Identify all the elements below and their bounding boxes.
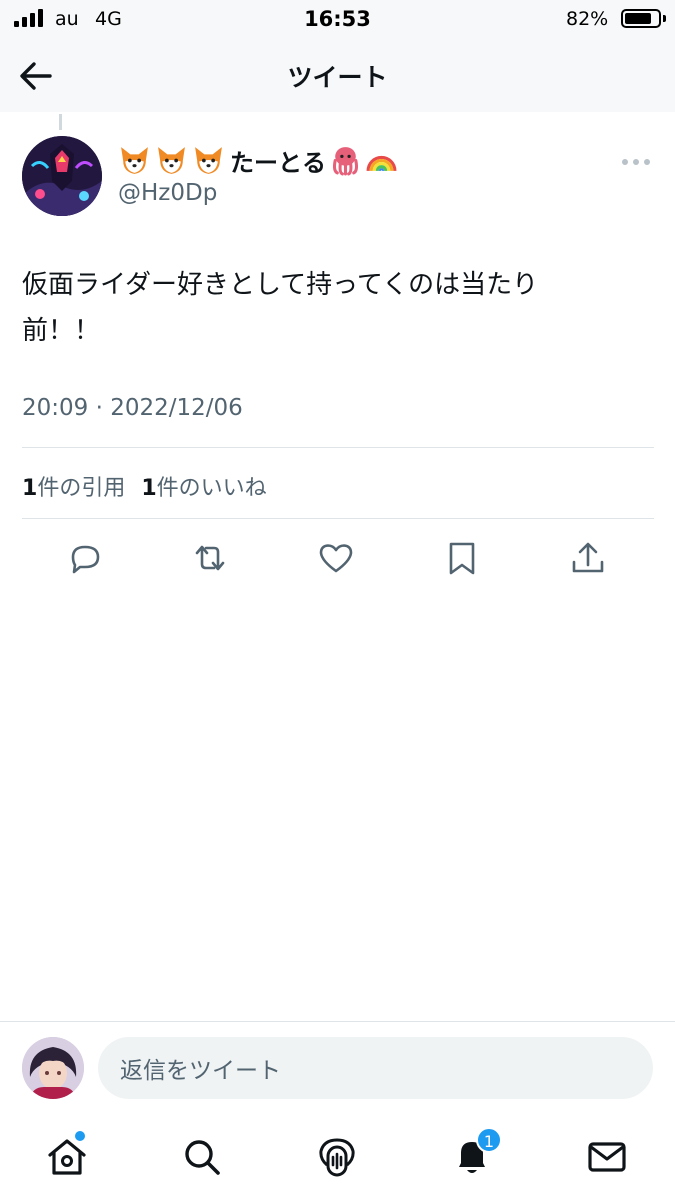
notification-badge: 1 [476,1127,502,1153]
quotes-stat[interactable]: 1件の引用 [22,470,125,502]
more-dot-icon [633,159,639,165]
current-user-avatar[interactable] [22,1037,84,1099]
share-icon [572,542,604,573]
author-handle[interactable]: @Hz0Dp [118,180,217,206]
page-title: ツイート [287,63,388,92]
heart-icon [319,544,353,573]
reply-button[interactable] [65,538,105,578]
bookmark-button[interactable] [442,538,482,578]
quotes-label: 件の引用 [37,476,126,501]
author-name-row[interactable]: たーとる [118,141,398,179]
tweet-text-line: 前！！ [22,316,101,346]
bookmark-icon [449,542,475,575]
tweet-actions [0,538,675,580]
avatar-image [22,1037,84,1099]
divider [22,518,654,519]
retweet-button[interactable] [190,538,230,578]
like-button[interactable] [316,538,356,578]
author-display-name: たーとる [230,148,326,177]
home-unread-dot [75,1131,85,1141]
tab-spaces[interactable] [315,1135,359,1179]
nav-header: ツイート [0,38,675,112]
avatar-image [22,136,102,216]
retweet-icon [195,545,225,571]
tab-messages[interactable] [585,1135,629,1179]
fox-emoji-icon [195,146,222,174]
reply-bar: 返信をツイート [0,1021,675,1115]
rainbow-emoji-icon [366,155,397,171]
battery-icon [621,9,661,28]
home-icon [48,1139,86,1175]
quotes-count: 1 [22,476,38,501]
likes-label: 件のいいね [156,476,267,501]
battery-percent: 82% [566,8,609,30]
tweet-text: 仮面ライダー好きとして持ってくのは当たり 前！！ [22,262,622,354]
reply-icon [71,545,100,574]
reply-input[interactable]: 返信をツイート [98,1037,653,1099]
tab-notifications[interactable]: 1 [450,1127,502,1179]
share-button[interactable] [568,538,608,578]
author-avatar[interactable] [22,136,102,216]
thread-connector-line [59,114,62,130]
more-dot-icon [644,159,650,165]
more-options-button[interactable] [622,152,654,172]
fox-emoji-icon [158,146,185,174]
octopus-emoji-icon [332,146,359,175]
fox-emoji-icon [121,146,148,174]
bottom-tab-bar: 1 [0,1115,675,1200]
status-bar: au 4G 16:53 82% [0,0,675,38]
battery-tip [663,15,666,22]
search-icon [185,1140,220,1175]
tab-home[interactable] [45,1131,89,1179]
tweet-text-line: 仮面ライダー好きとして持ってくのは当たり [22,270,539,300]
divider [22,447,654,448]
mail-icon [588,1142,626,1172]
tweet-stats: 1件の引用 1件のいいね [22,470,267,502]
spaces-icon [319,1138,355,1177]
tweet-timestamp[interactable]: 20:09 · 2022/12/06 [22,395,243,421]
likes-count: 1 [141,476,157,501]
more-dot-icon [622,159,628,165]
likes-stat[interactable]: 1件のいいね [141,470,266,502]
tab-search[interactable] [180,1135,224,1179]
